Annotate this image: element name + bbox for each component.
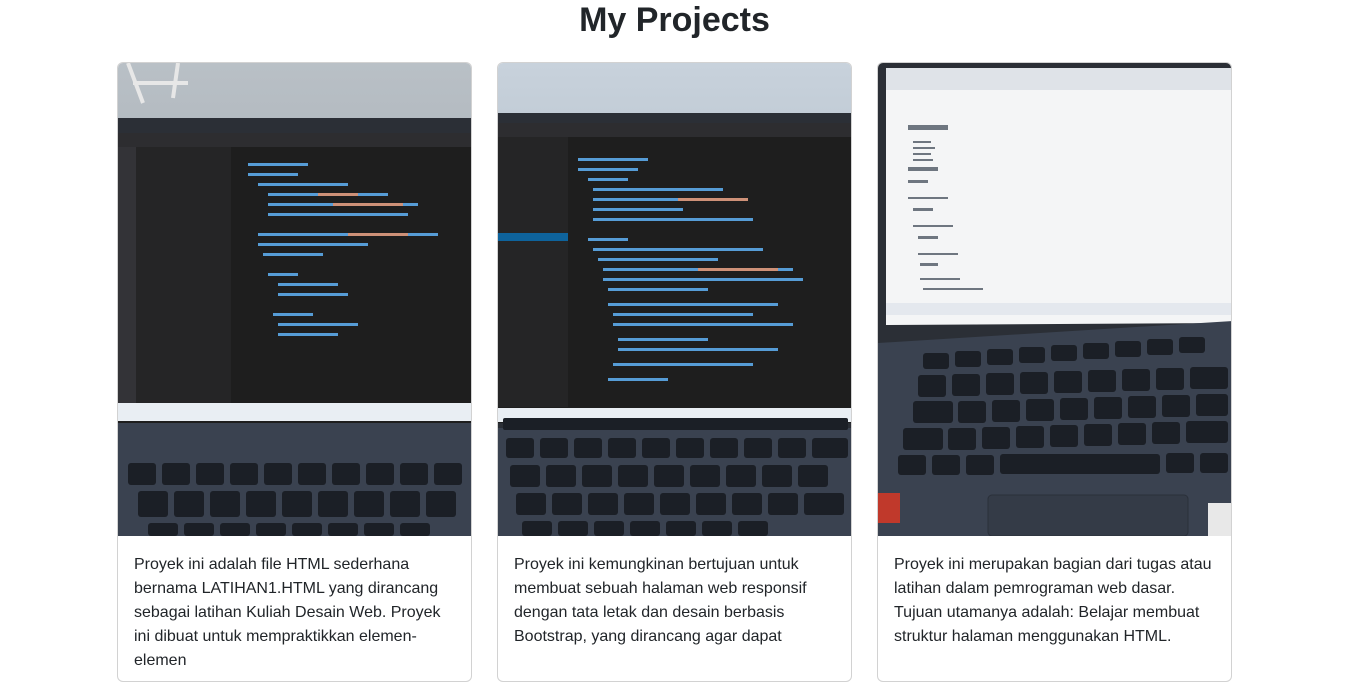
project-card: Proyek ini kemungkinan bertujuan untuk m… bbox=[497, 62, 852, 682]
project-card-body: Proyek ini kemungkinan bertujuan untuk m… bbox=[498, 536, 851, 649]
projects-grid: Proyek ini adalah file HTML sederhana be… bbox=[117, 62, 1233, 682]
project-description: Proyek ini kemungkinan bertujuan untuk m… bbox=[514, 556, 807, 645]
laptop-photo-icon bbox=[878, 63, 1231, 536]
project-card-body: Proyek ini adalah file HTML sederhana be… bbox=[118, 536, 471, 673]
project-description: Proyek ini adalah file HTML sederhana be… bbox=[134, 556, 441, 669]
project-image bbox=[878, 63, 1231, 536]
page-title: My Projects bbox=[579, 1, 770, 39]
project-description: Proyek ini merupakan bagian dari tugas a… bbox=[894, 556, 1212, 645]
project-card: Proyek ini adalah file HTML sederhana be… bbox=[117, 62, 472, 682]
project-card: Proyek ini merupakan bagian dari tugas a… bbox=[877, 62, 1232, 682]
laptop-photo-icon bbox=[118, 63, 471, 536]
project-image bbox=[498, 63, 851, 536]
laptop-photo-icon bbox=[498, 63, 851, 536]
project-image bbox=[118, 63, 471, 536]
project-card-body: Proyek ini merupakan bagian dari tugas a… bbox=[878, 536, 1231, 649]
